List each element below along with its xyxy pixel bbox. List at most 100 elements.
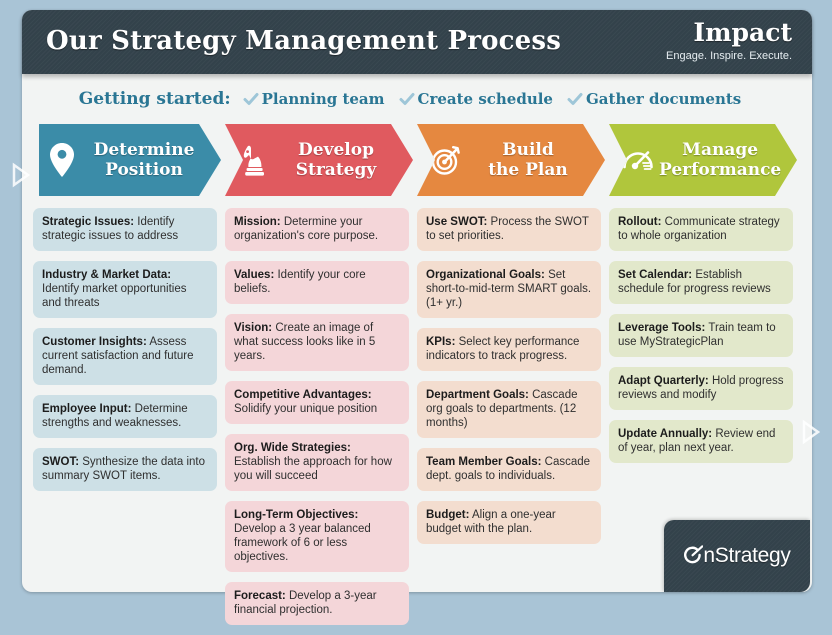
step-card-text: Identify market opportunities and threat… [42,283,187,309]
step-card-label: Long-Term Objectives: [234,509,359,521]
step-card-label: Customer Insights: [42,336,147,348]
getting-started-item[interactable]: Create schedule [399,90,553,108]
column-title-line1: Build [502,140,554,160]
check-icon [567,91,583,107]
process-column-determine-position: Determine Position Strategic Issues: Ident… [33,124,225,635]
logo-wordmark: nStrategy [703,544,791,567]
step-card[interactable]: Org. Wide Strategies: Establish the appr… [225,434,409,491]
step-card[interactable]: Mission: Determine your organization's c… [225,208,409,251]
column-cards: Use SWOT: Process the SWOT to set priori… [417,208,601,544]
target-icon [427,138,465,182]
step-card[interactable]: Team Member Goals: Cascade dept. goals t… [417,448,601,491]
column-title-line2: Position [105,160,183,180]
step-card-label: Org. Wide Strategies: [234,442,351,454]
getting-started-item[interactable]: Planning team [243,90,385,108]
step-card[interactable]: Set Calendar: Establish schedule for pro… [609,261,793,304]
brand-tagline: Engage. Inspire. Execute. [666,50,792,62]
column-title-line2: the Plan [488,160,568,180]
step-card-label: KPIs: [426,336,456,348]
getting-started-label: Getting started: [78,89,231,109]
step-card[interactable]: Employee Input: Determine strengths and … [33,395,217,438]
column-title: Develop Strategy [275,140,413,180]
step-card-label: Values: [234,269,275,281]
step-card-label: Organizational Goals: [426,269,545,281]
step-card-label: Set Calendar: [618,269,693,281]
getting-started-item[interactable]: Gather documents [567,90,741,108]
process-column-develop-strategy: Develop Strategy Mission: Determine your o… [225,124,417,635]
step-card-label: Department Goals: [426,389,529,401]
step-card[interactable]: Budget: Align a one-year budget with the… [417,501,601,544]
column-header-determine-position[interactable]: Determine Position [39,124,221,196]
step-card-label: Team Member Goals: [426,456,542,468]
step-card-label: Leverage Tools: [618,322,706,334]
getting-started-item-label: Planning team [261,90,385,108]
column-title-line1: Develop [298,140,374,160]
step-card[interactable]: Customer Insights: Assess current satisf… [33,328,217,385]
step-card-label: Competitive Advantages: [234,389,372,401]
column-header-build-the-plan[interactable]: Build the Plan [417,124,605,196]
column-title: Manage Performance [659,140,797,180]
step-card[interactable]: Department Goals: Cascade org goals to d… [417,381,601,438]
map-pin-icon [43,138,81,182]
step-card-label: Industry & Market Data: [42,269,172,281]
step-card[interactable]: Adapt Quarterly: Hold progress reviews a… [609,367,793,410]
step-card[interactable]: Use SWOT: Process the SWOT to set priori… [417,208,601,251]
step-card[interactable]: Forecast: Develop a 3-year financial pro… [225,582,409,625]
step-card-label: Budget: [426,509,470,521]
column-cards: Strategic Issues: Identify strategic iss… [33,208,217,491]
column-cards: Rollout: Communicate strategy to whole o… [609,208,793,463]
onstrategy-logo: nStrategy [664,520,810,592]
column-title-line1: Manage [682,140,759,160]
step-card-label: Rollout: [618,216,662,228]
page-title: Our Strategy Management Process [46,26,562,56]
left-flow-arrow-icon [12,162,30,188]
logo-text: nStrategy [683,544,791,568]
brand-name: Impact [693,18,792,47]
step-card-label: Employee Input: [42,403,132,415]
step-card[interactable]: Values: Identify your core beliefs. [225,261,409,304]
step-card[interactable]: Rollout: Communicate strategy to whole o… [609,208,793,251]
step-card[interactable]: Competitive Advantages: Solidify your un… [225,381,409,424]
step-card-label: Adapt Quarterly: [618,375,709,387]
step-card[interactable]: Long-Term Objectives: Develop a 3 year b… [225,501,409,572]
column-title-line2: Strategy [295,160,377,180]
gauge-icon [619,138,657,182]
step-card-text: Develop a 3 year balanced framework of 6… [234,523,371,563]
getting-started-item-label: Create schedule [417,90,553,108]
step-card[interactable]: Leverage Tools: Train team to use MyStra… [609,314,793,357]
step-card[interactable]: KPIs: Select key performance indicators … [417,328,601,371]
step-card[interactable]: Organizational Goals: Set short-to-mid-t… [417,261,601,318]
step-card-label: Forecast: [234,590,286,602]
step-card[interactable]: SWOT: Synthesize the data into summary S… [33,448,217,491]
column-title: Determine Position [83,140,221,180]
process-column-build-the-plan: Build the Plan Use SWOT: Process the SWOT … [417,124,609,635]
step-card-label: Mission: [234,216,281,228]
column-title-line1: Determine [93,140,195,160]
getting-started-item-label: Gather documents [585,90,742,108]
right-flow-arrow-icon [802,419,820,445]
step-card-label: Strategic Issues: [42,216,135,228]
logo-swoosh-o-icon [683,544,704,568]
column-title-line2: Performance [659,160,782,180]
column-header-manage-performance[interactable]: Manage Performance [609,124,797,196]
column-cards: Mission: Determine your organization's c… [225,208,409,625]
check-icon [399,91,415,107]
column-title: Build the Plan [467,140,605,180]
step-card-text: Establish the approach for how you will … [234,456,392,482]
step-card-label: Use SWOT: [426,216,488,228]
brand-block: Impact Engage. Inspire. Execute. [666,18,792,63]
step-card[interactable]: Vision: Create an image of what success … [225,314,409,371]
step-card-label: Vision: [234,322,273,334]
chess-knight-icon [235,138,273,182]
step-card[interactable]: Update Annually: Review end of year, pla… [609,420,793,463]
getting-started-row: Getting started: Planning team Create sch… [22,85,812,113]
step-card[interactable]: Strategic Issues: Identify strategic iss… [33,208,217,251]
check-icon [243,91,259,107]
column-header-develop-strategy[interactable]: Develop Strategy [225,124,413,196]
infographic-frame: Our Strategy Management Process Impact E… [0,0,832,625]
header-bar: Our Strategy Management Process Impact E… [22,10,812,74]
step-card-text: Solidify your unique position [234,403,378,415]
step-card-label: SWOT: [42,456,80,468]
step-card[interactable]: Industry & Market Data: Identify market … [33,261,217,318]
step-card-label: Update Annually: [618,428,713,440]
